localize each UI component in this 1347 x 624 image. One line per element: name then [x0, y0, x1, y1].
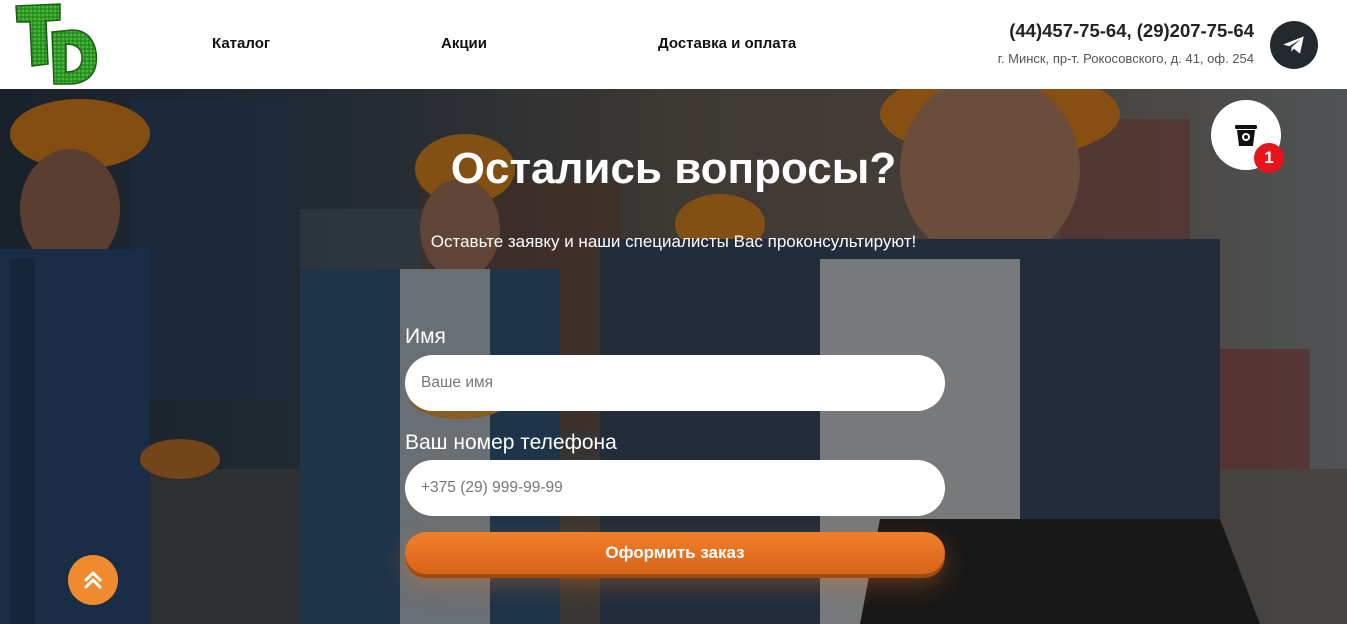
- submit-order-button[interactable]: Оформить заказ: [405, 532, 945, 574]
- section-title: Остались вопросы?: [450, 144, 897, 193]
- telegram-icon: [1283, 36, 1304, 54]
- name-input[interactable]: [405, 355, 945, 411]
- phone-input[interactable]: [405, 460, 945, 516]
- contact-phones[interactable]: (44)457-75-64, (29)207-75-64: [1009, 20, 1254, 42]
- cart-count-badge: 1: [1254, 143, 1284, 173]
- header: Каталог Акции Доставка и оплата (44)457-…: [0, 0, 1347, 89]
- double-chevron-up-icon: [84, 571, 102, 589]
- scroll-top-button[interactable]: [68, 555, 118, 605]
- section-subtitle: Оставьте заявку и наши специалисты Вас п…: [430, 232, 917, 251]
- nav-promo[interactable]: Акции: [441, 35, 487, 52]
- consultation-section: Остались вопросы? Оставьте заявку и наши…: [0, 89, 1347, 624]
- bucket-icon: [1235, 125, 1257, 146]
- contact-address: г. Минск, пр-т. Рокосовского, д. 41, оф.…: [997, 51, 1254, 66]
- phone-label: Ваш номер телефона: [405, 431, 617, 454]
- nav-catalog[interactable]: Каталог: [212, 35, 270, 52]
- nav-delivery[interactable]: Доставка и оплата: [658, 35, 796, 52]
- name-label: Имя: [405, 325, 446, 348]
- telegram-button[interactable]: [1270, 21, 1318, 69]
- logo[interactable]: [14, 2, 100, 86]
